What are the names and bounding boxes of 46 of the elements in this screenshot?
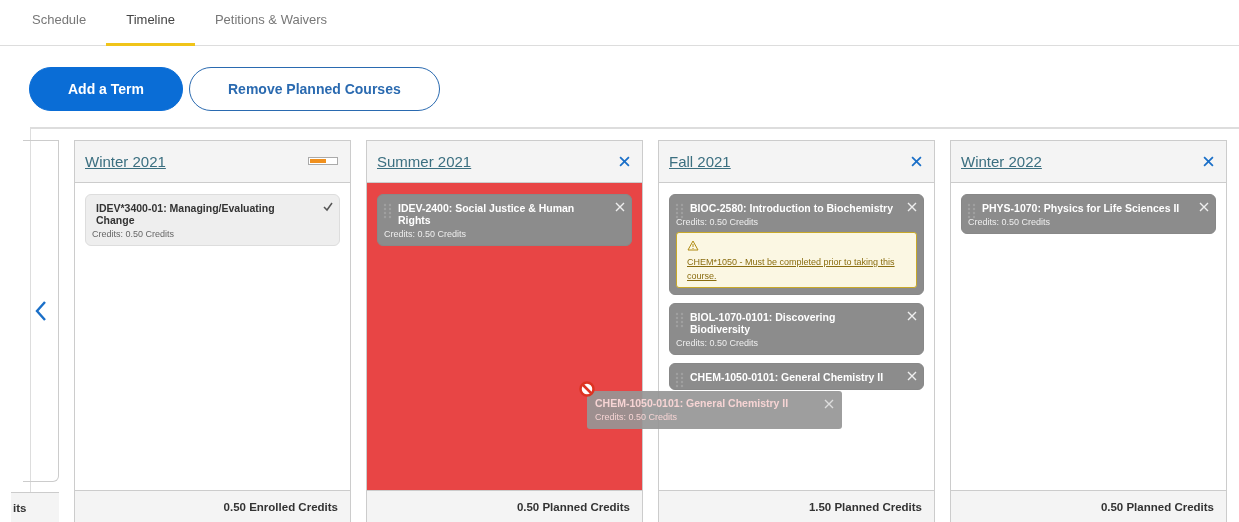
term-credits: 1.50 Planned Credits bbox=[659, 490, 934, 522]
remove-courses-button[interactable]: Remove Planned Courses bbox=[189, 67, 440, 111]
remove-button[interactable] bbox=[907, 310, 917, 321]
remove-button[interactable] bbox=[1199, 201, 1209, 212]
course-card[interactable]: BIOC-2580: Introduction to Biochemistry Credits: 0.50 Credits CHEM*1050 - Must be completed prior to taking this course. bbox=[669, 193, 924, 295]
course-credits: Credits: 0.50 Credits bbox=[92, 228, 176, 239]
close-button[interactable] bbox=[1203, 155, 1214, 167]
term-credits: its bbox=[11, 492, 59, 522]
tab[interactable]: Timeline bbox=[106, 0, 195, 46]
remove-button[interactable] bbox=[615, 201, 625, 212]
course-title: IDEV-2400: Social Justice & Human Rights bbox=[398, 201, 576, 226]
term-credits: 0.50 Planned Credits bbox=[367, 490, 642, 522]
course-title: BIOC-2580: Introduction to Biochemistry bbox=[690, 201, 895, 214]
course-card[interactable]: PHYS-1070: Physics for Life Sciences II Credits: 0.50 Credits bbox=[961, 193, 1216, 234]
course-title: CHEM-1050-0101: General Chemistry II bbox=[595, 397, 790, 409]
tab[interactable]: Schedule bbox=[12, 0, 107, 46]
term-credits: 0.50 Enrolled Credits bbox=[75, 490, 350, 522]
course-card[interactable]: IDEV*3400-01: Managing/Evaluating Change Credits: 0.50 Credits bbox=[85, 193, 340, 246]
term-title[interactable]: Summer 2021 bbox=[377, 152, 472, 170]
course-card[interactable]: IDEV-2400: Social Justice & Human Rights Credits: 0.50 Credits bbox=[377, 193, 632, 246]
check-button[interactable] bbox=[323, 201, 333, 212]
course-credits: Credits: 0.50 Credits bbox=[968, 216, 1052, 227]
close-button[interactable] bbox=[911, 155, 922, 167]
course-credits: Credits: 0.50 Credits bbox=[384, 228, 468, 239]
warning-link[interactable]: CHEM*1050 - Must be completed prior to taking this course. bbox=[687, 254, 906, 283]
remove-button[interactable] bbox=[907, 201, 917, 212]
remove-button[interactable] bbox=[907, 370, 917, 381]
close-icon bbox=[824, 399, 834, 409]
course-credits: Credits: 0.50 Credits bbox=[676, 337, 760, 348]
tab[interactable]: Petitions & Waivers bbox=[194, 0, 348, 46]
course-title: CHEM-1050-0101: General Chemistry II bbox=[690, 370, 885, 383]
term-title[interactable]: Winter 2022 bbox=[961, 152, 1042, 170]
add-term-button[interactable]: Add a Term bbox=[29, 67, 183, 111]
course-credits: Credits: 0.50 Credits bbox=[595, 412, 679, 422]
term-title[interactable]: Fall 2021 bbox=[669, 152, 731, 170]
warning-icon bbox=[687, 239, 699, 251]
term-credits: 0.50 Planned Credits bbox=[951, 490, 1226, 522]
course-title: PHYS-1070: Physics for Life Sciences II bbox=[982, 201, 1181, 214]
course-title: BIOL-1070-0101: Discovering Biodiversity bbox=[690, 310, 837, 335]
course-card[interactable]: CHEM-1050-0101: General Chemistry II bbox=[669, 362, 924, 390]
course-title: IDEV*3400-01: Managing/Evaluating Change bbox=[96, 201, 276, 226]
not-allowed-icon bbox=[579, 381, 595, 397]
term-title[interactable]: Winter 2021 bbox=[85, 152, 166, 170]
close-button[interactable] bbox=[619, 155, 630, 167]
course-credits: Credits: 0.50 Credits bbox=[676, 216, 760, 227]
course-card[interactable]: BIOL-1070-0101: Discovering Biodiversity Credits: 0.50 Credits bbox=[669, 302, 924, 355]
